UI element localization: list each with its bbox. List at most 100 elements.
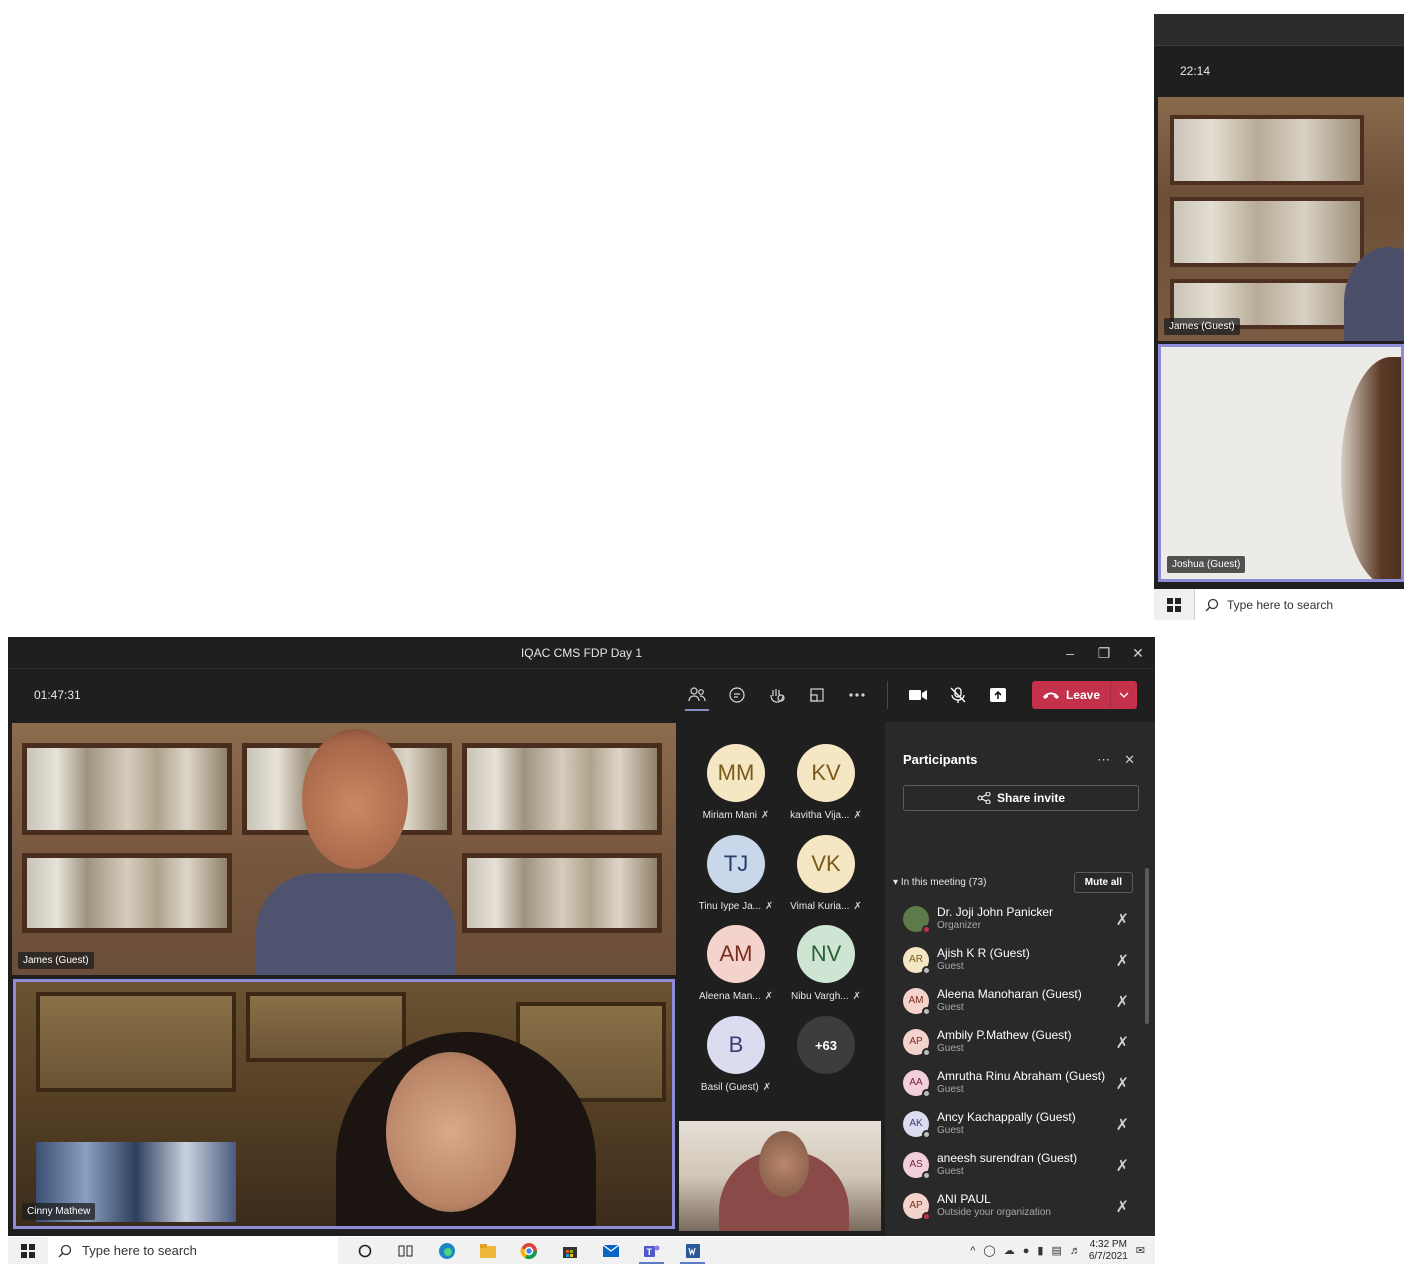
share-invite-button[interactable]: Share invite: [903, 785, 1139, 811]
avatar: AM: [707, 925, 765, 983]
grid-tile[interactable]: NV Nibu Vargh... ✗: [781, 925, 871, 1002]
self-view-video[interactable]: [679, 1121, 881, 1231]
secondary-video-tile-joshua[interactable]: Joshua (Guest): [1158, 344, 1404, 582]
close-icon[interactable]: ✕: [1121, 637, 1155, 669]
mic-muted-icon[interactable]: ✗: [1116, 1074, 1129, 1094]
mic-muted-icon[interactable]: ✗: [1116, 1156, 1129, 1176]
grid-tile[interactable]: TJ Tinu Iype Ja... ✗: [691, 835, 781, 912]
camera-icon[interactable]: [898, 679, 938, 711]
file-explorer-icon[interactable]: [467, 1237, 508, 1264]
windows-taskbar: Type here to search T ^ ◯ ☁ ● ▮ ▤ ♬ 4:32…: [8, 1237, 1155, 1264]
more-icon[interactable]: ⋯: [1097, 752, 1110, 768]
mic-muted-icon[interactable]: ✗: [1116, 951, 1129, 971]
list-item[interactable]: AP Ambily P.Mathew (Guest) Guest ✗: [903, 1021, 1129, 1062]
cortana-icon[interactable]: [344, 1237, 385, 1264]
mic-muted-icon: ✗: [853, 810, 862, 821]
avatar: AP: [903, 1192, 931, 1221]
avatar: AA: [903, 1069, 931, 1098]
taskbar-search-box[interactable]: Type here to search: [1194, 589, 1404, 620]
mute-all-button[interactable]: Mute all: [1073, 872, 1133, 893]
chevron-down-icon[interactable]: [1111, 681, 1137, 709]
list-item[interactable]: Dr. Joji John Panicker Organizer ✗: [903, 898, 1129, 939]
video-tile-cinny[interactable]: Cinny Mathew: [13, 979, 675, 1229]
video-tile-james[interactable]: James (Guest): [12, 723, 676, 975]
video-name-tag: James (Guest): [18, 952, 94, 969]
list-item[interactable]: AR Ajish K R (Guest) Guest ✗: [903, 939, 1129, 980]
scrollbar[interactable]: [1145, 868, 1149, 1024]
secondary-title-bar: [1154, 14, 1404, 46]
share-tray-icon[interactable]: [978, 679, 1018, 711]
list-item[interactable]: AA Amrutha Rinu Abraham (Guest) Guest ✗: [903, 1062, 1129, 1103]
chrome-icon[interactable]: [508, 1237, 549, 1264]
rooms-icon[interactable]: [797, 679, 837, 711]
microphone-icon[interactable]: ●: [1023, 1245, 1030, 1257]
list-item[interactable]: AM Aleena Manoharan (Guest) Guest ✗: [903, 980, 1129, 1021]
participant-video: [302, 729, 408, 869]
windows-start-icon[interactable]: [8, 1237, 48, 1264]
mic-muted-icon[interactable]: [938, 679, 978, 711]
reactions-icon[interactable]: [757, 679, 797, 711]
teams-icon[interactable]: T: [631, 1237, 672, 1264]
mic-muted-icon[interactable]: ✗: [1116, 992, 1129, 1012]
mic-muted-icon: ✗: [762, 1082, 772, 1093]
task-view-icon[interactable]: [385, 1237, 426, 1264]
mic-muted-icon: ✗: [853, 901, 862, 912]
chevron-down-icon: ▾: [893, 877, 899, 888]
system-clock[interactable]: 4:32 PM 6/7/2021: [1089, 1239, 1128, 1263]
mic-muted-icon[interactable]: ✗: [1116, 1115, 1129, 1135]
onedrive-icon[interactable]: ☁: [1004, 1244, 1015, 1257]
grid-tile[interactable]: MM Miriam Mani ✗: [691, 744, 781, 821]
participant-grid: MM Miriam Mani ✗ KV kavitha Vija... ✗ TJ T…: [680, 722, 884, 1118]
overflow-tile[interactable]: +63: [781, 1016, 871, 1074]
video-name-tag: James (Guest): [1164, 318, 1240, 335]
battery-icon[interactable]: ▮: [1037, 1244, 1043, 1257]
grid-tile[interactable]: VK Vimal Kuria... ✗: [781, 835, 871, 912]
list-item[interactable]: AS aneesh surendran (Guest) Guest ✗: [903, 1144, 1129, 1185]
avatar: AM: [903, 987, 931, 1016]
volume-icon[interactable]: ♬: [1070, 1245, 1081, 1257]
bookshelf-image: [462, 853, 662, 933]
chat-icon[interactable]: [717, 679, 757, 711]
mic-muted-icon: ✗: [761, 810, 770, 821]
participant-name: Nibu Vargh...: [790, 991, 849, 1002]
grid-tile[interactable]: B Basil (Guest) ✗: [691, 1016, 781, 1093]
list-item[interactable]: AK Ancy Kachappally (Guest) Guest ✗: [903, 1103, 1129, 1144]
mic-muted-icon[interactable]: ✗: [1116, 1033, 1129, 1053]
participant-video: [1341, 357, 1401, 579]
close-icon[interactable]: ✕: [1124, 752, 1135, 768]
people-icon[interactable]: [677, 679, 717, 711]
mic-muted-icon[interactable]: ✗: [1116, 910, 1129, 930]
overflow-count: +63: [797, 1016, 855, 1074]
notifications-icon[interactable]: ✉: [1136, 1244, 1145, 1257]
word-icon[interactable]: [672, 1237, 713, 1264]
mail-icon[interactable]: [590, 1237, 631, 1264]
minimize-icon[interactable]: –: [1053, 637, 1087, 669]
network-icon[interactable]: ▤: [1051, 1244, 1061, 1257]
grid-tile[interactable]: KV kavitha Vija... ✗: [781, 744, 871, 821]
meet-now-icon[interactable]: ◯: [983, 1244, 995, 1257]
window-controls: – ❐ ✕: [1053, 637, 1155, 669]
windows-start-icon[interactable]: [1154, 589, 1194, 620]
edge-icon[interactable]: [426, 1237, 467, 1264]
taskbar-search-box[interactable]: Type here to search: [48, 1237, 338, 1264]
meeting-stage: James (Guest) Cinny Mathew MM Miriam Man…: [8, 722, 1155, 1236]
secondary-video-tile-james[interactable]: James (Guest): [1158, 97, 1404, 341]
chevron-up-icon[interactable]: ^: [970, 1245, 975, 1257]
mic-muted-icon: ✗: [764, 991, 774, 1002]
teams-meeting-window: IQAC CMS FDP Day 1 – ❐ ✕ 01:47:31 Leave …: [8, 637, 1155, 1236]
mic-muted-icon[interactable]: ✗: [1116, 1197, 1129, 1217]
more-icon[interactable]: [837, 679, 877, 711]
store-icon[interactable]: [549, 1237, 590, 1264]
in-meeting-section[interactable]: ▾ In this meeting (73): [893, 877, 986, 888]
list-item[interactable]: AP ANI PAUL Outside your organization ✗: [903, 1185, 1129, 1226]
meeting-timer: 01:47:31: [34, 688, 81, 702]
share-icon: [977, 792, 991, 804]
system-tray: ^ ◯ ☁ ● ▮ ▤ ♬ 4:32 PM 6/7/2021 ✉: [970, 1239, 1155, 1263]
participant-name: Aleena Man...: [698, 991, 761, 1002]
cabinet-image: [36, 992, 236, 1092]
restore-icon[interactable]: ❐: [1087, 637, 1121, 669]
leave-button[interactable]: Leave: [1031, 681, 1137, 709]
share-invite-label: Share invite: [996, 791, 1066, 805]
grid-tile[interactable]: AM Aleena Man... ✗: [691, 925, 781, 1002]
avatar: [903, 905, 931, 934]
